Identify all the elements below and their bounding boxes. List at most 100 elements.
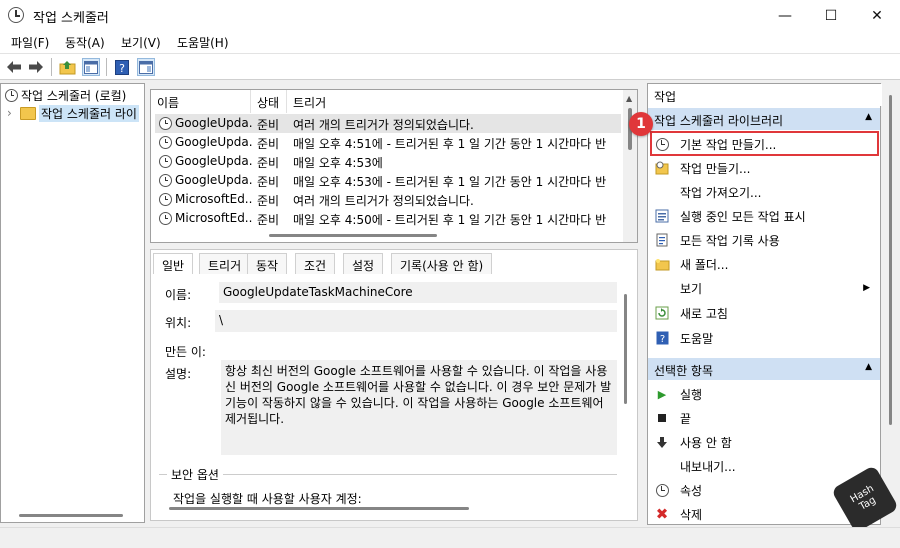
tree-library-label: 작업 스케줄러 라이 [39,104,139,122]
description-field[interactable]: 항상 최신 버전의 Google 소프트웨어를 사용할 수 있습니다. 이 작업… [221,360,617,455]
maximize-button[interactable]: ☐ [808,0,854,31]
running-tasks-icon [654,208,670,224]
detail-v-scrollbar[interactable] [619,278,633,514]
task-name: GoogleUpda... [175,173,253,187]
window-title: 작업 스케줄러 [33,11,109,26]
task-trigger: 매일 오후 4:51에 - 트리거된 후 1 일 기간 동안 1 시간마다 반 [293,137,607,151]
task-trigger: 매일 오후 4:53에 - 트리거된 후 1 일 기간 동안 1 시간마다 반 [293,175,607,189]
menu-action[interactable]: 동작(A) [65,34,105,51]
description-line: 신 버전의 Google 소프트웨어를 사용할 수 없습니다. 이 경우 보안 … [225,380,612,394]
action-label: 실행 중인 모든 작업 표시 [680,209,806,224]
task-trigger: 매일 오후 4:53에 [293,156,383,170]
action-help[interactable]: ? 도움말 [648,326,880,350]
collapse-icon[interactable]: ▲ [865,112,872,122]
scroll-up-icon[interactable]: ▲ [626,94,632,103]
actions-v-scrollbar[interactable] [883,83,898,525]
action-label: 작업 가져오기... [680,185,762,200]
action-show-running-tasks[interactable]: 실행 중인 모든 작업 표시 [648,204,880,228]
title-bar: 작업 스케줄러 — ☐ ✕ [0,0,900,31]
back-arrow-icon[interactable] [5,58,23,76]
show-hide-console-tree-icon[interactable] [82,58,100,76]
task-name: GoogleUpda... [175,154,253,168]
action-end[interactable]: 끝 [648,406,880,430]
action-label: 새로 고침 [680,306,728,321]
delete-icon: ✖ [655,505,669,523]
refresh-icon [654,305,670,321]
action-label: 모든 작업 기록 사용 [680,233,780,248]
action-disable[interactable]: 사용 안 함 [648,430,880,454]
column-status[interactable]: 상태 [251,90,287,113]
forward-arrow-icon[interactable] [27,58,45,76]
menu-help[interactable]: 도움말(H) [177,34,229,51]
column-name[interactable]: 이름 [151,90,251,113]
clock-icon [159,212,172,225]
table-row[interactable]: GoogleUpda... 준비 매일 오후 4:53에 [155,152,621,171]
list-h-scrollbar[interactable] [269,234,437,237]
task-create-icon [654,160,670,176]
tree-root-label: 작업 스케줄러 (로컬) [21,88,127,103]
close-button[interactable]: ✕ [854,0,900,31]
description-line: 제거됩니다. [225,412,285,426]
description-label: 설명: [165,367,192,381]
console-tree[interactable]: 작업 스케줄러 (로컬) › 작업 스케줄러 라이 [0,83,145,523]
tab-general[interactable]: 일반 [153,253,194,274]
menu-bar: 파일(F) 동작(A) 보기(V) 도움말(H) [0,31,900,53]
task-status: 준비 [257,156,280,170]
history-icon [654,232,670,248]
table-row[interactable]: MicrosoftEd... 준비 여러 개의 트리거가 정의되었습니다. [155,190,621,209]
column-trigger[interactable]: 트리거 [287,90,625,113]
action-label: 삭제 [680,507,703,522]
menu-view[interactable]: 보기(V) [121,34,161,51]
action-run[interactable]: ▶ 실행 [648,382,880,406]
action-create-task[interactable]: 작업 만들기... [648,156,880,180]
action-refresh[interactable]: 새로 고침 [648,301,880,325]
chevron-right-icon[interactable]: › [7,106,17,120]
task-name: MicrosoftEd... [175,211,253,225]
tree-root[interactable]: 작업 스케줄러 (로컬) [5,86,126,104]
task-status: 준비 [257,137,280,151]
description-line: 기능이 작동하지 않을 수 있습니다. 이 작업을 사용하는 Google 소프… [225,396,604,410]
action-label: 새 폴더... [680,257,729,272]
tab-actions[interactable]: 동작 [247,253,288,274]
clock-icon [159,193,172,206]
name-field[interactable]: GoogleUpdateTaskMachineCore [219,282,617,303]
tab-triggers[interactable]: 트리거 [199,253,251,274]
collapse-icon[interactable]: ▲ [865,362,872,372]
table-row[interactable]: GoogleUpda... 준비 여러 개의 트리거가 정의되었습니다. [155,114,621,133]
section-task-library[interactable]: 작업 스케줄러 라이브러리 ▲ [648,108,880,130]
tab-conditions[interactable]: 조건 [295,253,336,274]
svg-text:?: ? [659,334,664,345]
tab-settings[interactable]: 설정 [343,253,384,274]
author-label: 만든 이: [165,345,206,359]
action-new-folder[interactable]: 새 폴더... [648,252,880,276]
tab-history[interactable]: 기록(사용 안 함) [391,253,493,274]
task-name: GoogleUpda... [175,116,253,130]
folder-up-icon[interactable] [58,58,76,76]
table-row[interactable]: GoogleUpda... 준비 매일 오후 4:53에 - 트리거된 후 1 … [155,171,621,190]
action-label: 보기 [680,281,703,296]
action-label: 도움말 [680,331,714,346]
action-view[interactable]: 보기 ▶ [648,276,880,300]
action-export[interactable]: 내보내기... [648,454,880,478]
task-list[interactable]: 이름 상태 트리거 GoogleUpda... 준비 여러 개의 트리거가 정의… [150,89,638,243]
table-row[interactable]: GoogleUpda... 준비 매일 오후 4:51에 - 트리거된 후 1 … [155,133,621,152]
minimize-button[interactable]: — [762,0,808,31]
action-import-task[interactable]: 작업 가져오기... [648,180,880,204]
action-label: 사용 안 함 [680,435,732,450]
task-scheduler-icon [8,7,24,23]
properties-icon [654,482,670,498]
clock-icon [5,88,18,102]
task-detail-pane: 일반 트리거 동작 조건 설정 기록(사용 안 함) 이름: GoogleUpd… [150,249,638,521]
help-icon: ? [654,330,670,346]
menu-file[interactable]: 파일(F) [11,34,49,51]
location-field[interactable]: \ [215,310,617,332]
show-hide-action-pane-icon[interactable] [137,58,155,76]
tree-h-scrollbar[interactable] [19,514,123,517]
help-icon[interactable]: ? [113,58,131,76]
action-enable-all-history[interactable]: 모든 작업 기록 사용 [648,228,880,252]
detail-h-scrollbar[interactable] [169,507,469,510]
tree-library[interactable]: › 작업 스케줄러 라이 [7,104,139,122]
section-selected-item[interactable]: 선택한 항목 ▲ [648,358,880,380]
action-label: 속성 [680,483,703,498]
table-row[interactable]: MicrosoftEd... 준비 매일 오후 4:50에 - 트리거된 후 1… [155,209,621,228]
